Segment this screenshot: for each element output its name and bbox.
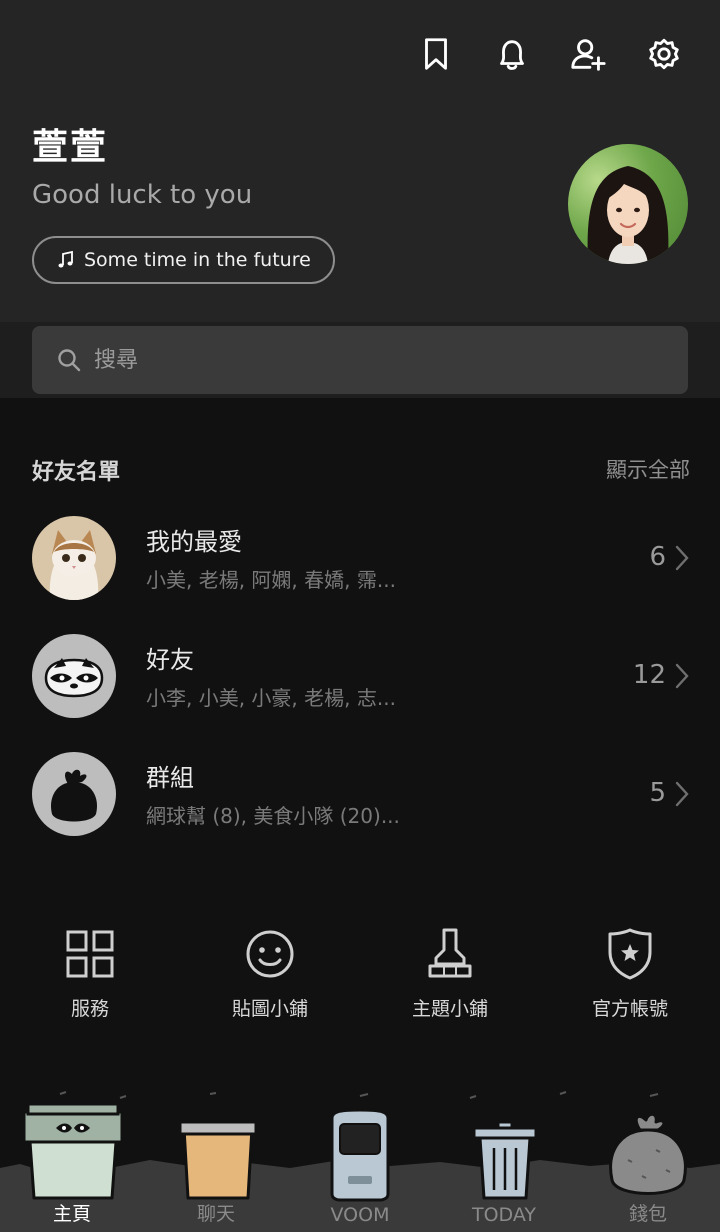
shield-star-icon: [608, 928, 652, 980]
service-item[interactable]: 服務: [0, 926, 180, 1021]
search-input[interactable]: [94, 347, 654, 373]
bottom-nav: 主頁 聊天 VOOM TODAY 錢包: [0, 1090, 720, 1232]
service-label: 官方帳號: [591, 998, 668, 1020]
service-item[interactable]: 主題小鋪: [360, 926, 540, 1021]
row-title: 我的最愛: [146, 528, 242, 556]
nav-label: VOOM: [330, 1204, 390, 1226]
search-bar[interactable]: [32, 326, 688, 394]
service-label: 主題小鋪: [411, 998, 488, 1020]
profile-name[interactable]: 萱萱: [32, 118, 108, 170]
row-count: 5: [649, 778, 666, 808]
show-all-link[interactable]: 顯示全部: [606, 454, 690, 484]
row-title: 好友: [146, 646, 194, 674]
bookmark-icon[interactable]: [416, 34, 456, 74]
bag-avatar: [32, 752, 116, 836]
music-note-icon: [58, 250, 73, 268]
chevron-right-icon: [675, 545, 689, 571]
nav-home[interactable]: 主頁: [0, 1090, 144, 1232]
row-count: 6: [649, 542, 666, 572]
service-item[interactable]: 官方帳號: [540, 926, 720, 1021]
service-label: 貼圖小鋪: [231, 998, 308, 1020]
nav-label: 主頁: [52, 1203, 91, 1225]
friend-row-friends[interactable]: 好友 小李, 小美, 小豪, 老楊, 志... 12: [0, 634, 720, 734]
nav-label: 聊天: [196, 1203, 235, 1225]
settings-icon[interactable]: [644, 34, 684, 74]
top-toolbar: [416, 34, 684, 74]
nav-label: TODAY: [472, 1204, 536, 1226]
service-item[interactable]: 貼圖小鋪: [180, 926, 360, 1021]
search-icon: [58, 349, 81, 372]
add-friend-icon[interactable]: [568, 34, 608, 74]
music-label: Some time in the future: [84, 249, 311, 271]
smiley-icon: [246, 930, 294, 978]
profile-avatar[interactable]: [568, 144, 688, 264]
nav-wallet[interactable]: 錢包: [576, 1090, 720, 1232]
row-subtitle: 小李, 小美, 小豪, 老楊, 志...: [146, 686, 396, 710]
status-message[interactable]: Good luck to you: [32, 180, 252, 210]
row-subtitle: 網球幫 (8), 美食小隊 (20)...: [146, 804, 400, 828]
nav-voom[interactable]: VOOM: [288, 1090, 432, 1232]
nav-label: 錢包: [628, 1203, 667, 1225]
row-title: 群組: [146, 764, 194, 792]
services-bar: 服務 貼圖小鋪 主題小鋪 官方帳號: [0, 926, 720, 1021]
friend-row-groups[interactable]: 群組 網球幫 (8), 美食小隊 (20)... 5: [0, 752, 720, 852]
chevron-right-icon: [675, 663, 689, 689]
service-label: 服務: [70, 998, 109, 1020]
nav-today[interactable]: TODAY: [432, 1090, 576, 1232]
chevron-right-icon: [675, 781, 689, 807]
profile-music-button[interactable]: Some time in the future: [32, 236, 335, 284]
brush-icon: [428, 928, 472, 978]
cat-avatar: [32, 516, 116, 600]
grid-icon: [66, 930, 114, 978]
row-subtitle: 小美, 老楊, 阿嫻, 春嬌, 霈...: [146, 568, 396, 592]
nav-chat[interactable]: 聊天: [144, 1090, 288, 1232]
friend-row-favorites[interactable]: 我的最愛 小美, 老楊, 阿嫻, 春嬌, 霈... 6: [0, 516, 720, 616]
bell-icon[interactable]: [492, 34, 532, 74]
row-count: 12: [632, 660, 666, 690]
raccoon-avatar: [32, 634, 116, 718]
friends-section-title: 好友名單: [32, 460, 121, 485]
